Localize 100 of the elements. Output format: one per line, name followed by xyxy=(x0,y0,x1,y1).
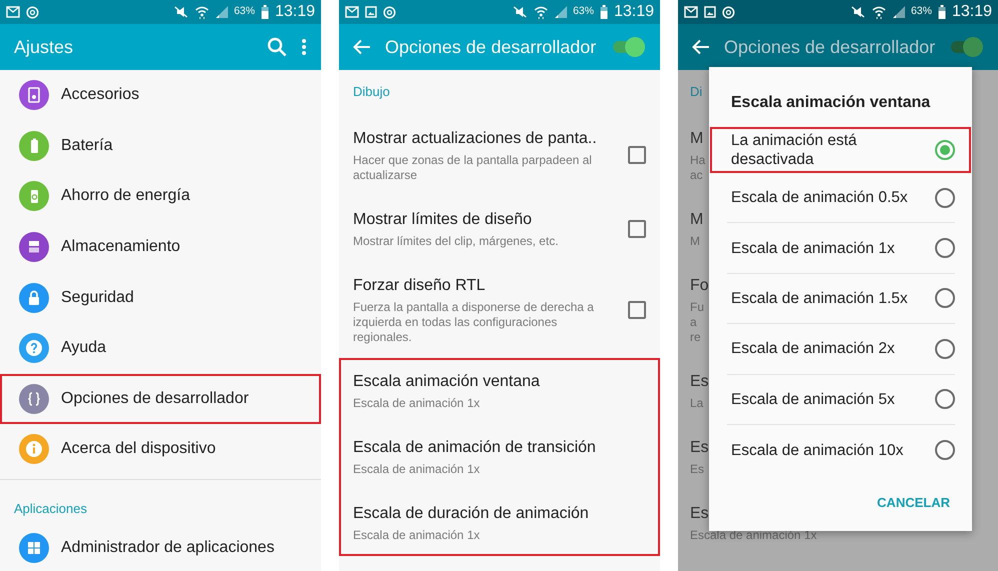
option-title: Escala de duración de animación xyxy=(353,504,590,524)
setting-row[interactable]: Mostrar límites de diseño Mostrar límites del clip, márgenes, etc. xyxy=(339,196,660,262)
lock-icon xyxy=(19,282,49,313)
battery-icon xyxy=(260,5,269,19)
option-description: La xyxy=(690,396,704,410)
radio-button[interactable] xyxy=(935,338,955,359)
setting-row[interactable]: Forzar diseño RTL Fuerza la pantalla a disponerse de derecha a izquierda en todas las configuraciones regionales. xyxy=(339,262,660,358)
wifi-icon xyxy=(534,6,548,18)
option-description: Es xyxy=(690,462,704,476)
settings-item[interactable]: Ayuda xyxy=(0,322,321,374)
option-description: a xyxy=(690,314,697,330)
option-description: Fu xyxy=(690,300,704,314)
clock: 13:19 xyxy=(274,2,315,22)
battery-icon xyxy=(600,5,608,19)
settings-item[interactable]: Ahorro de energía xyxy=(0,171,321,222)
option-description: Ha xyxy=(690,152,706,168)
power-saving-icon xyxy=(19,181,49,212)
settings-item[interactable]: Administrador de aplicaciones xyxy=(0,522,321,571)
battery-percent: 63% xyxy=(572,4,594,20)
option-title: Mostrar límites de diseño xyxy=(353,210,533,230)
option-title: Escala animación ventana xyxy=(353,372,541,392)
settings-item[interactable]: Accesorios xyxy=(0,70,321,121)
section-header: Dibujo xyxy=(352,83,391,101)
radio-option[interactable]: Escala de animación 0.5x xyxy=(727,173,955,224)
option-description: re xyxy=(690,330,701,344)
setting-row[interactable]: Mostrar actualizaciones de panta.. Hacer que zonas de la pantalla parpadeen al actualizarse xyxy=(339,114,660,196)
option-title: Fo xyxy=(690,276,709,296)
info-icon xyxy=(19,434,49,464)
wifi-icon xyxy=(194,6,209,18)
option-description: Fuerza la pantalla a disponerse de derecha a izquierda en todas las configuraciones regionales. xyxy=(353,300,595,344)
grid-icon xyxy=(19,532,49,563)
option-title: Mostrar actualizaciones de panta.. xyxy=(353,128,598,148)
radio-button[interactable] xyxy=(935,288,955,308)
setting-row[interactable]: Escala de animación de transición Escala de animación 1x xyxy=(339,424,660,490)
radio-option[interactable]: Escala de animación 2x xyxy=(727,324,955,375)
option-title: Es xyxy=(690,372,709,392)
more-options-icon[interactable] xyxy=(301,38,307,56)
settings-item[interactable]: Acerca del dispositivo xyxy=(0,424,321,475)
radio-option[interactable]: Escala de animación 10x xyxy=(727,424,955,476)
section-header: Di xyxy=(689,83,704,101)
dialog-title: Escala animación ventana xyxy=(730,93,932,113)
radio-button[interactable] xyxy=(935,440,955,460)
signal-icon xyxy=(892,6,905,18)
radio-option[interactable]: Escala de animación 1x xyxy=(727,223,955,274)
option-title: Es xyxy=(690,504,709,524)
option-title: Forzar diseño RTL xyxy=(353,276,486,296)
settings-item[interactable]: Opciones de desarrollador xyxy=(0,374,321,424)
mute-icon xyxy=(850,6,866,18)
signal-icon xyxy=(214,6,228,18)
option-description: Escala de animación 1x xyxy=(353,462,481,476)
toggle-switch[interactable] xyxy=(950,36,984,58)
braces-icon xyxy=(19,384,49,414)
screen-title: Opciones de desarrollador xyxy=(724,36,936,59)
setting-row[interactable]: Escala de duración de animación Escala de animación 1x xyxy=(339,490,660,556)
battery-percent: 63% xyxy=(910,4,932,20)
clock: 13:19 xyxy=(952,2,992,22)
settings-item[interactable]: Almacenamiento xyxy=(0,222,321,272)
radio-option[interactable]: La animación está desactivada xyxy=(710,127,971,173)
signal-icon xyxy=(554,6,567,18)
settings-item[interactable]: Batería xyxy=(0,120,321,172)
mute-icon xyxy=(512,6,528,18)
radio-button[interactable] xyxy=(935,188,955,208)
setting-row[interactable]: Escala animación ventana Escala de animación 1x xyxy=(339,358,660,424)
help-icon xyxy=(19,333,49,364)
settings-item[interactable]: Seguridad xyxy=(0,272,321,323)
search-icon[interactable] xyxy=(267,37,287,57)
back-arrow-icon[interactable] xyxy=(692,39,710,55)
option-description: M xyxy=(690,234,700,248)
option-title: M xyxy=(690,128,704,148)
mail-icon xyxy=(345,6,359,18)
mute-icon xyxy=(172,6,189,18)
radio-button[interactable] xyxy=(935,238,955,258)
option-description: Escala de animación 1x xyxy=(353,528,481,542)
battery-icon xyxy=(19,130,49,161)
option-description: ac xyxy=(690,168,703,182)
radio-button[interactable] xyxy=(935,389,955,410)
mail-icon xyxy=(684,6,698,18)
radio-option[interactable]: Escala de animación 5x xyxy=(727,374,955,425)
checkbox[interactable] xyxy=(628,220,646,238)
clock: 13:19 xyxy=(614,2,654,22)
option-title: Es xyxy=(690,438,709,458)
screen-title: Ajustes xyxy=(14,36,74,59)
option-description: Hacer que zonas de la pantalla parpadeen al actualizarse xyxy=(353,152,593,182)
radio-button[interactable] xyxy=(935,140,955,160)
radio-option[interactable]: Escala de animación 1.5x xyxy=(727,274,955,324)
storage-icon xyxy=(19,232,49,262)
section-header: Aplicaciones xyxy=(13,500,88,518)
toggle-switch[interactable] xyxy=(612,36,646,58)
battery-percent: 63% xyxy=(234,4,255,20)
option-description: Mostrar límites del clip, márgenes, etc. xyxy=(353,234,560,248)
checkbox[interactable] xyxy=(628,300,646,318)
checkbox[interactable] xyxy=(628,146,646,164)
option-title: M xyxy=(690,210,704,230)
back-arrow-icon[interactable] xyxy=(353,39,371,55)
option-title: Escala de animación de transición xyxy=(353,438,597,458)
option-description: Escala de animación 1x xyxy=(353,396,481,410)
accessory-icon xyxy=(19,80,49,110)
screen-title: Opciones de desarrollador xyxy=(385,36,598,59)
option-description: Escala de animación 1x xyxy=(690,528,817,542)
battery-icon xyxy=(938,5,946,19)
